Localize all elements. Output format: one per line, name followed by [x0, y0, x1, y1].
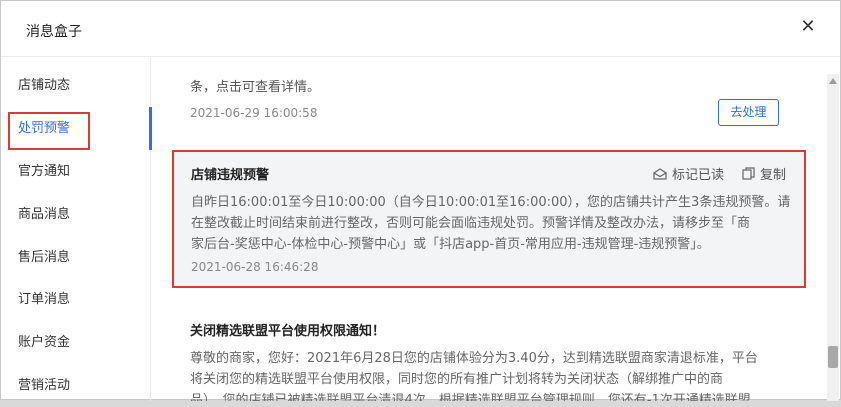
body-line: 家后台-奖惩中心-体检中心-预警中心」或「抖店app-首页-常用应用-违规管理-…	[191, 237, 710, 252]
scrollbar[interactable]	[827, 74, 839, 401]
sidebar-item-product-messages[interactable]: 商品消息	[1, 193, 151, 236]
scroll-up-arrow-icon[interactable]	[829, 78, 837, 84]
message-list: 条，点击可查看详情。 2021-06-29 16:00:58 去处理 店铺违规预…	[152, 58, 827, 401]
mark-read-button[interactable]: 标记已读	[653, 164, 724, 183]
sidebar-item-marketing[interactable]: 营销活动	[1, 364, 151, 407]
highlight-outline	[8, 112, 90, 150]
body-line: 尊敬的商家，您好：2021年6月28日您的店铺体验分为3.40分，达到精选联盟商…	[190, 351, 758, 366]
sidebar: 店铺动态 处罚预警 官方通知 商品消息 售后消息 订单消息 账户资金 营销活动	[1, 58, 152, 401]
sidebar-item-official-notice[interactable]: 官方通知	[1, 150, 151, 193]
message-card-highlighted: 店铺违规预警 标记已读 复制 自昨日16:00:01至今日10:00:00（自今…	[172, 150, 806, 288]
message-title: 店铺违规预警	[191, 168, 270, 183]
message-body: 尊敬的商家，您好：2021年6月28日您的店铺体验分为3.40分，达到精选联盟商…	[190, 348, 785, 401]
sidebar-item-order-messages[interactable]: 订单消息	[1, 278, 151, 321]
scroll-thumb[interactable]	[828, 346, 838, 368]
sidebar-item-after-sales[interactable]: 售后消息	[1, 236, 151, 279]
dialog-title: 消息盒子	[26, 24, 82, 40]
message-text: 条，点击可查看详情。	[190, 80, 321, 95]
message-body: 自昨日16:00:01至今日10:00:00（自今日10:00:01至16:00…	[191, 192, 791, 255]
message-box-dialog: 消息盒子 ✕ 店铺动态 处罚预警 官方通知 商品消息 售后消息 订单消息 账户资…	[0, 0, 841, 401]
process-button[interactable]: 去处理	[718, 99, 779, 126]
sidebar-item-penalty-warning[interactable]: 处罚预警	[1, 107, 152, 150]
body-line: 品），您的店铺已被精选联盟平台清退4次，根据精选联盟平台管理规则，您还有-1次开…	[190, 393, 751, 401]
body-line: 将关闭您的精选联盟平台使用权限，同时您的所有推广计划将转为关闭状态（解绑推广中的…	[190, 372, 724, 387]
message-time: 2021-06-29 16:00:58	[190, 106, 318, 120]
mark-read-label: 标记已读	[671, 168, 724, 183]
message-title: 关闭精选联盟平台使用权限通知！	[190, 324, 386, 339]
copy-icon	[742, 167, 755, 180]
copy-button[interactable]: 复制	[742, 164, 786, 183]
copy-label: 复制	[759, 168, 786, 183]
body-line: 在整改截止时间结束前进行整改，否则可能会面临违规处罚。预警详情及整改办法，请移步…	[191, 216, 751, 231]
message-time: 2021-06-28 16:46:28	[191, 260, 319, 274]
sidebar-item-account-funds[interactable]: 账户资金	[1, 321, 151, 364]
envelope-icon	[653, 167, 667, 180]
body-line: 自昨日16:00:01至今日10:00:00（自今日10:00:01至16:00…	[191, 195, 791, 210]
dialog-header: 消息盒子 ✕	[1, 1, 840, 57]
sidebar-item-store-updates[interactable]: 店铺动态	[1, 64, 151, 107]
card-actions: 标记已读 复制	[653, 164, 786, 183]
close-icon[interactable]: ✕	[798, 17, 818, 37]
